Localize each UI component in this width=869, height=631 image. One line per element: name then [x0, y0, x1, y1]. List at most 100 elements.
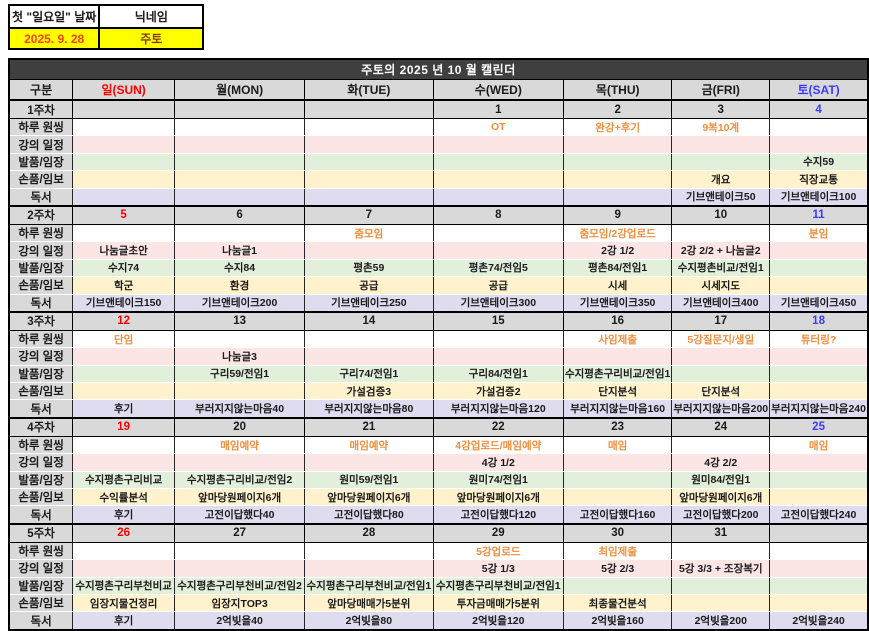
calendar-cell[interactable] — [562, 453, 673, 472]
calendar-cell[interactable] — [562, 488, 673, 507]
calendar-cell[interactable] — [304, 135, 434, 154]
calendar-cell[interactable] — [432, 347, 564, 366]
calendar-cell[interactable]: 구리74/전임1 — [304, 365, 434, 384]
calendar-cell[interactable] — [304, 241, 434, 260]
calendar-cell[interactable] — [304, 188, 434, 207]
calendar-cell[interactable]: 고전이답했다240 — [769, 505, 869, 525]
calendar-cell[interactable] — [769, 241, 869, 260]
calendar-cell[interactable] — [562, 153, 673, 172]
calendar-cell[interactable] — [174, 224, 306, 243]
calendar-cell[interactable]: 수지평촌구리비교/전임1 — [562, 365, 673, 384]
calendar-cell[interactable]: 매임예약 — [304, 436, 434, 455]
calendar-cell[interactable]: 4강 1/2 — [432, 453, 564, 472]
calendar-cell[interactable]: 고전이답했다80 — [304, 505, 434, 525]
calendar-cell[interactable]: 고전이답했다120 — [432, 505, 564, 525]
calendar-cell[interactable] — [72, 170, 176, 189]
calendar-cell[interactable] — [174, 135, 306, 154]
calendar-cell[interactable]: 단임 — [72, 330, 176, 349]
calendar-cell[interactable] — [174, 170, 306, 189]
calendar-cell[interactable]: 줌모임 — [304, 224, 434, 243]
calendar-cell[interactable]: 수지84 — [174, 259, 306, 278]
calendar-cell[interactable]: 부러지지않는마음40 — [174, 399, 306, 419]
calendar-cell[interactable]: 4강업로드/매임예약 — [432, 436, 564, 455]
calendar-cell[interactable]: 원미59/전임1 — [304, 471, 434, 490]
calendar-cell[interactable] — [769, 559, 869, 578]
calendar-cell[interactable] — [769, 276, 869, 295]
calendar-cell[interactable] — [72, 188, 176, 207]
calendar-cell[interactable]: 2억빚을240 — [769, 611, 869, 631]
calendar-cell[interactable]: 환경 — [174, 276, 306, 295]
calendar-cell[interactable] — [769, 347, 869, 366]
calendar-cell[interactable]: 앞마당원페이지6개 — [671, 488, 771, 507]
info-value-nickname[interactable]: 주토 — [98, 27, 205, 50]
calendar-cell[interactable]: 투자금매매가5분위 — [432, 594, 564, 613]
calendar-cell[interactable]: 나눔글초안 — [72, 241, 176, 260]
calendar-cell[interactable]: 평촌59 — [304, 259, 434, 278]
calendar-cell[interactable]: 학군 — [72, 276, 176, 295]
calendar-cell[interactable]: 개요 — [671, 170, 771, 189]
calendar-cell[interactable] — [432, 241, 564, 260]
calendar-cell[interactable]: 평촌84/전임1 — [562, 259, 673, 278]
calendar-cell[interactable]: 2억빚을80 — [304, 611, 434, 631]
calendar-cell[interactable]: 완강+후기 — [562, 118, 673, 137]
calendar-cell[interactable]: 임장지TOP3 — [174, 594, 306, 613]
calendar-cell[interactable]: 분임 — [769, 224, 869, 243]
calendar-cell[interactable]: 튜터링? — [769, 330, 869, 349]
calendar-cell[interactable]: 단지분석 — [671, 382, 771, 401]
calendar-cell[interactable]: 부러지지않는마음200 — [671, 399, 771, 419]
calendar-cell[interactable]: 수지평촌구리부천비교 — [72, 577, 176, 595]
calendar-cell[interactable]: 2억빚을160 — [562, 611, 673, 631]
calendar-cell[interactable] — [432, 170, 564, 189]
calendar-cell[interactable] — [769, 382, 869, 401]
calendar-cell[interactable]: 직장교통 — [769, 170, 869, 189]
calendar-cell[interactable] — [432, 135, 564, 154]
calendar-cell[interactable]: 기브앤테이크300 — [432, 294, 564, 313]
calendar-cell[interactable]: 5강업로드 — [432, 542, 564, 561]
calendar-cell[interactable]: 사임제출 — [562, 330, 673, 349]
info-value-first-sunday[interactable]: 2025. 9. 28 — [7, 27, 101, 50]
calendar-cell[interactable] — [671, 153, 771, 172]
calendar-cell[interactable]: 2억빚을120 — [432, 611, 564, 631]
calendar-cell[interactable] — [769, 365, 869, 384]
calendar-cell[interactable] — [769, 542, 869, 561]
calendar-cell[interactable]: OT — [432, 118, 564, 137]
calendar-cell[interactable] — [72, 224, 176, 243]
calendar-cell[interactable]: 기브앤테이크150 — [72, 294, 176, 313]
calendar-cell[interactable] — [769, 594, 869, 613]
calendar-cell[interactable] — [671, 347, 771, 366]
calendar-cell[interactable] — [174, 542, 306, 561]
calendar-cell[interactable] — [72, 382, 176, 401]
calendar-cell[interactable] — [174, 559, 306, 578]
calendar-cell[interactable] — [174, 453, 306, 472]
calendar-cell[interactable] — [769, 453, 869, 472]
calendar-cell[interactable]: 기브앤테이크450 — [769, 294, 869, 313]
calendar-cell[interactable]: 기브앤테이크350 — [562, 294, 673, 313]
calendar-cell[interactable] — [769, 488, 869, 507]
calendar-cell[interactable] — [72, 118, 176, 137]
calendar-cell[interactable]: 5강 2/3 — [562, 559, 673, 578]
calendar-cell[interactable]: 나눔글3 — [174, 347, 306, 366]
calendar-cell[interactable]: 시세지도 — [671, 276, 771, 295]
calendar-cell[interactable]: 기브앤테이크200 — [174, 294, 306, 313]
calendar-cell[interactable] — [304, 153, 434, 172]
calendar-cell[interactable] — [671, 436, 771, 455]
calendar-cell[interactable]: 임장지물건정리 — [72, 594, 176, 613]
calendar-cell[interactable]: 고전이답했다40 — [174, 505, 306, 525]
calendar-cell[interactable] — [72, 559, 176, 578]
calendar-cell[interactable]: 기브앤테이크250 — [304, 294, 434, 313]
calendar-cell[interactable]: 4강 2/2 — [671, 453, 771, 472]
calendar-cell[interactable] — [671, 224, 771, 243]
calendar-cell[interactable]: 고전이답했다160 — [562, 505, 673, 525]
calendar-cell[interactable]: 시세 — [562, 276, 673, 295]
calendar-cell[interactable] — [304, 542, 434, 561]
calendar-cell[interactable]: 나눔글1 — [174, 241, 306, 260]
calendar-cell[interactable] — [174, 118, 306, 137]
calendar-cell[interactable] — [769, 259, 869, 278]
calendar-cell[interactable]: 공급 — [304, 276, 434, 295]
calendar-cell[interactable] — [671, 365, 771, 384]
calendar-cell[interactable]: 원미84/전임1 — [671, 471, 771, 490]
calendar-cell[interactable]: 수지평촌비교/전임1 — [671, 259, 771, 278]
calendar-cell[interactable] — [174, 188, 306, 207]
calendar-cell[interactable] — [769, 471, 869, 490]
calendar-cell[interactable]: 9복10계 — [671, 118, 771, 137]
